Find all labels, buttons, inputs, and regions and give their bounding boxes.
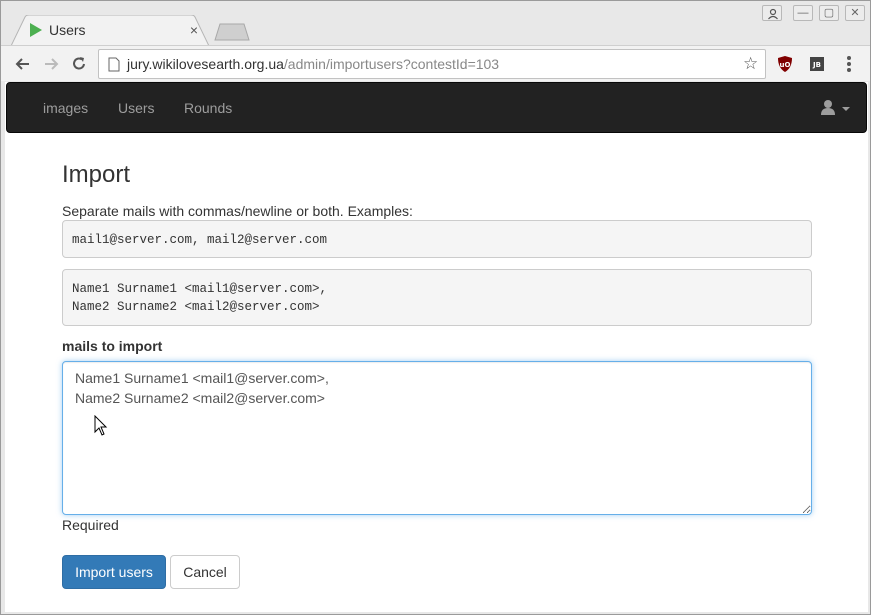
- minimize-button[interactable]: —: [793, 5, 813, 21]
- url-path: /admin/importusers?contestId=103: [283, 56, 500, 72]
- new-tab-button[interactable]: [214, 23, 250, 41]
- example-comma-list: mail1@server.com, mail2@server.com: [62, 220, 812, 258]
- maximize-icon: ▢: [823, 7, 835, 19]
- url-host: jury.wikilovesearth.org.ua: [127, 56, 284, 72]
- browser-toolbar: jury.wikilovesearth.org.ua/admin/importu…: [1, 45, 870, 81]
- user-profile-button[interactable]: [762, 5, 782, 21]
- user-profile-icon: [768, 8, 778, 20]
- play-favicon-icon: [30, 23, 42, 37]
- mails-field-label: mails to import: [62, 338, 163, 354]
- page-icon: [108, 57, 120, 72]
- jetbrains-icon[interactable]: JB: [809, 55, 825, 73]
- tab-users[interactable]: Users ×: [11, 15, 209, 46]
- import-users-button[interactable]: Import users: [62, 555, 166, 589]
- close-window-button[interactable]: ✕: [845, 5, 865, 21]
- user-menu-dropdown[interactable]: [820, 99, 852, 119]
- title-bar: Users × — ▢ ✕: [1, 1, 870, 46]
- back-arrow-icon[interactable]: [13, 54, 33, 74]
- ublock-origin-icon[interactable]: uO: [777, 55, 793, 73]
- browser-menu-icon[interactable]: [843, 54, 855, 74]
- minimize-icon: —: [797, 7, 809, 19]
- nav-link-rounds[interactable]: Rounds: [184, 100, 232, 116]
- tab-title: Users: [49, 22, 86, 38]
- svg-text:JB: JB: [812, 61, 821, 69]
- maximize-button[interactable]: ▢: [819, 5, 839, 21]
- close-icon: ✕: [850, 7, 860, 19]
- reload-icon[interactable]: [69, 54, 89, 74]
- address-bar[interactable]: jury.wikilovesearth.org.ua/admin/importu…: [98, 49, 766, 79]
- nav-link-images[interactable]: images: [43, 100, 88, 116]
- mails-textarea[interactable]: [62, 361, 812, 515]
- help-text: Separate mails with commas/newline or bo…: [62, 203, 413, 219]
- url-text: jury.wikilovesearth.org.ua/admin/importu…: [127, 56, 499, 72]
- cancel-button[interactable]: Cancel: [170, 555, 240, 589]
- browser-window: Users × — ▢ ✕ jury.wikilovesearth.org.ua…: [0, 0, 871, 615]
- tab-close-icon[interactable]: ×: [188, 22, 200, 38]
- user-icon: [821, 100, 835, 115]
- svg-text:uO: uO: [780, 61, 791, 69]
- page-viewport: images Users Rounds Import Separate mail…: [5, 82, 868, 612]
- required-hint: Required: [62, 517, 119, 533]
- forward-arrow-icon[interactable]: [41, 54, 61, 74]
- nav-link-users[interactable]: Users: [118, 100, 155, 116]
- top-navbar: images Users Rounds: [6, 82, 867, 133]
- bookmark-star-icon[interactable]: ☆: [743, 55, 758, 73]
- example-named-list: Name1 Surname1 <mail1@server.com>, Name2…: [62, 269, 812, 326]
- mouse-cursor-icon: [94, 415, 108, 436]
- caret-down-icon: [842, 107, 850, 111]
- page-title: Import: [62, 161, 131, 188]
